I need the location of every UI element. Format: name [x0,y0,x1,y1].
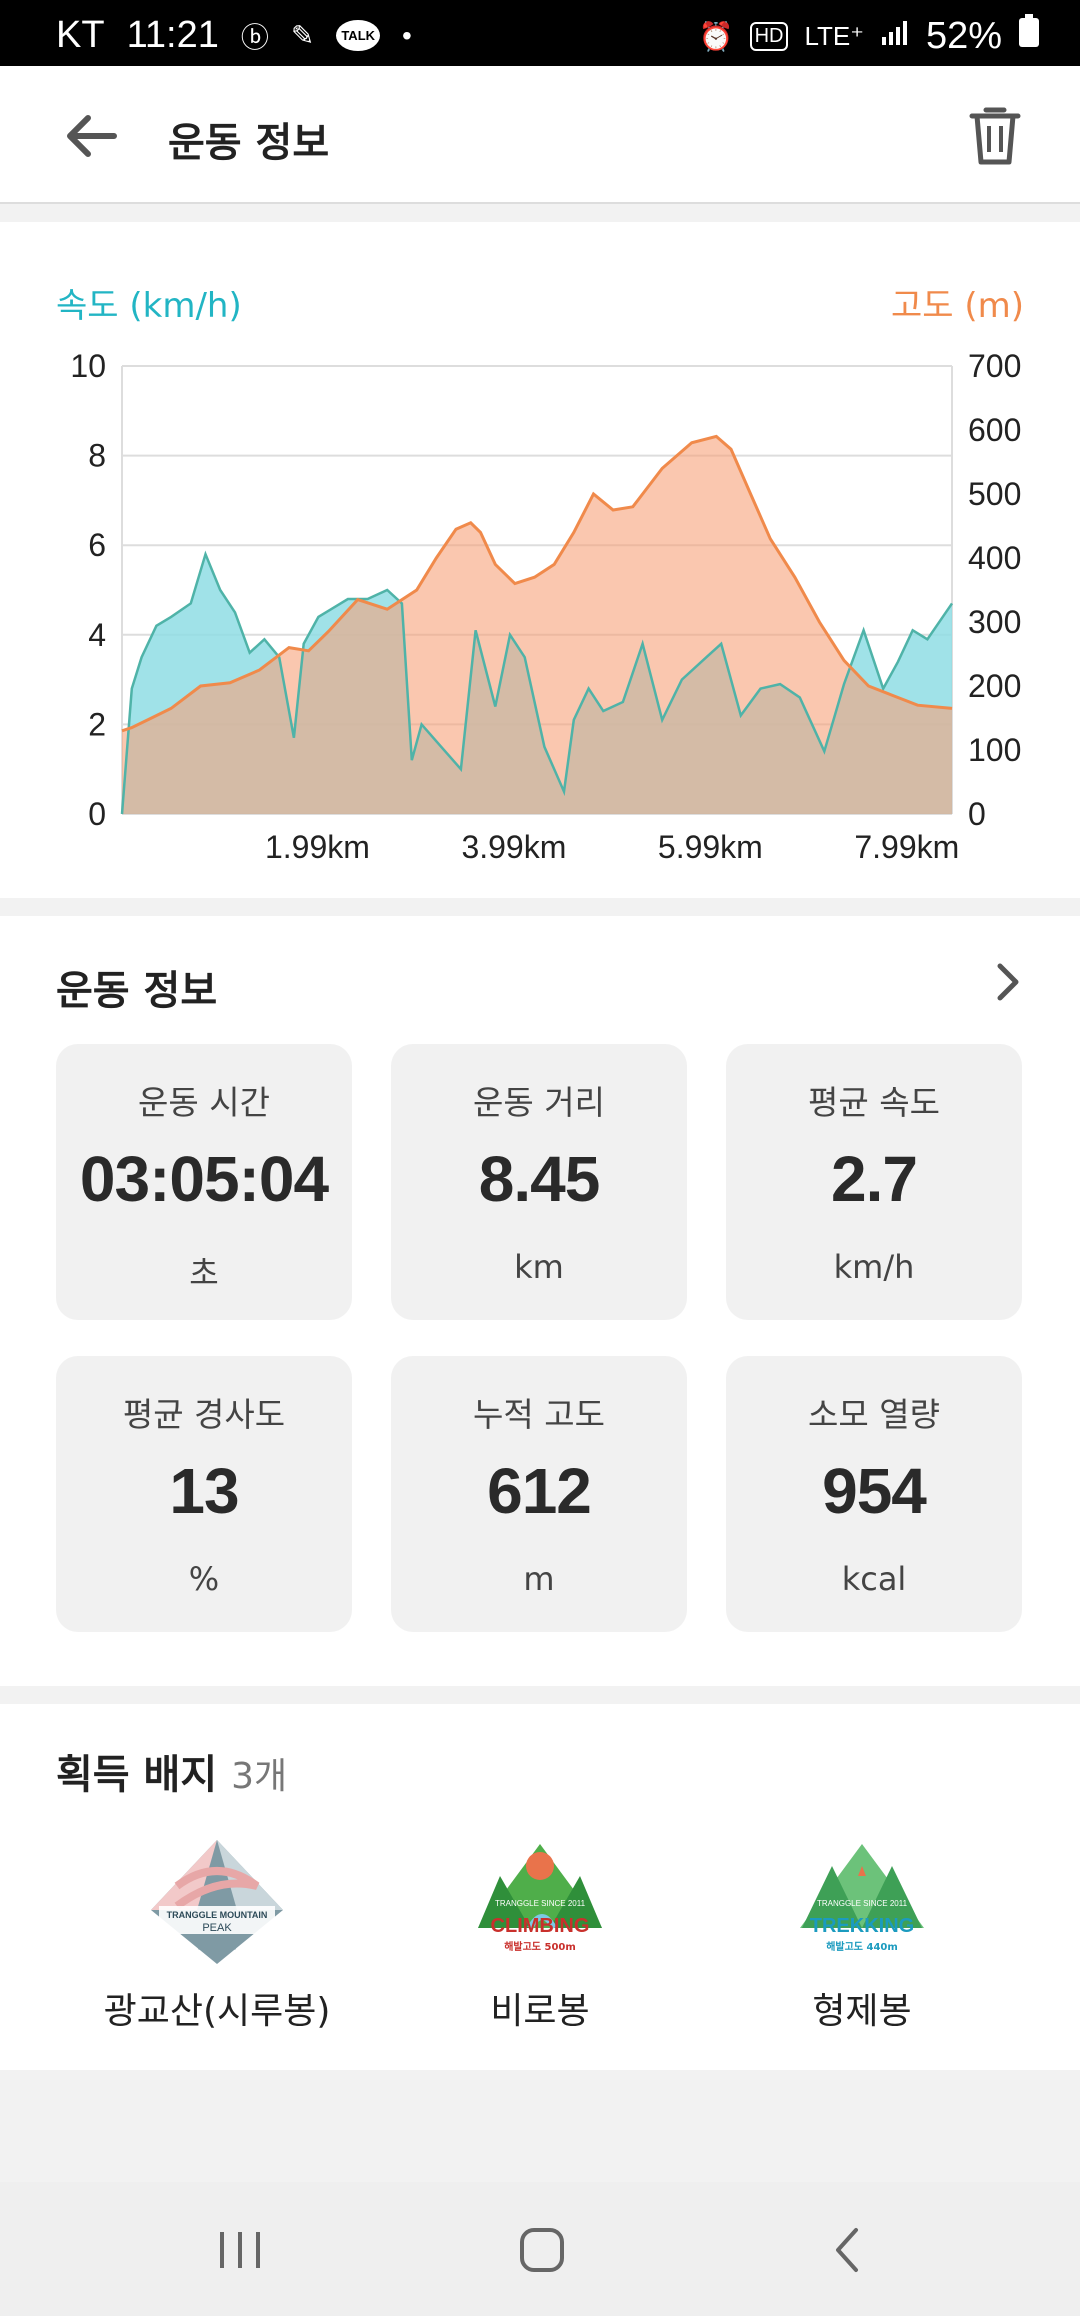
network-type: LTE⁺ [804,20,864,51]
stat-label: 누적 고도 [473,1395,605,1434]
trekking-badge-icon: TRANGGLE SINCE 2011 TREKKING 해발고도 440m [800,1844,924,1953]
stat-tile: 평균 속도 2.7 km/h [726,1044,1022,1320]
exercise-section-title: 운동 정보 [56,968,218,1014]
stat-label: 운동 시간 [138,1083,270,1122]
stat-unit: km [514,1248,564,1286]
chevron-right-icon [997,963,1019,1001]
x-tick-label: 7.99km [854,829,959,865]
badge-count: 3개 [231,1756,288,1797]
svg-text:CLIMBING: CLIMBING [491,1915,590,1937]
page-title: 운동 정보 [168,120,330,166]
stat-tile: 소모 열량 954 kcal [726,1356,1022,1632]
stat-value: 8.45 [478,1143,601,1215]
badge-item[interactable]: TRANGGLE MOUNTAIN PEAK 광교산(시루봉) [67,1836,367,2034]
stat-value: 2.7 [831,1143,918,1215]
x-tick-label: 1.99km [265,829,370,865]
home-button[interactable] [512,2220,572,2280]
recent-apps-icon [220,2232,260,2268]
climbing-badge-icon: TRANGGLE SINCE 2011 CLIMBING 해발고도 500m [478,1844,602,1953]
band-app-icon: ⓑ [240,21,269,53]
status-bar: KT 11:21 ⓑ ✎ TALK • ⏰ HD LTE⁺ 52% [0,0,1080,66]
stat-label: 평균 속도 [808,1083,940,1122]
speed-tick-label: 10 [70,348,106,384]
carrier: KT [56,14,105,56]
stat-label: 운동 거리 [473,1083,605,1122]
x-tick-label: 5.99km [658,829,763,865]
altitude-tick-label: 700 [968,348,1021,384]
altitude-tick-label: 500 [968,476,1021,512]
svg-text:TRANGGLE MOUNTAIN: TRANGGLE MOUNTAIN [167,1910,268,1920]
home-icon [520,2228,564,2272]
delete-button[interactable] [968,104,1022,168]
altitude-tick-label: 0 [968,796,986,832]
badge-name: 비로봉 [490,1991,590,2032]
speed-tick-label: 0 [88,796,106,832]
back-nav-button[interactable] [818,2220,878,2280]
stat-tile: 평균 경사도 13 % [56,1356,352,1632]
altitude-tick-label: 400 [968,540,1021,576]
x-tick-label: 3.99km [461,829,566,865]
stat-unit: kcal [841,1560,907,1598]
system-nav-bar [0,2182,1080,2316]
badges-section-title: 획득 배지 3개 [56,1742,287,1800]
speed-tick-label: 2 [88,706,106,742]
altitude-tick-label: 200 [968,668,1021,704]
back-nav-icon [836,2228,858,2272]
stat-value: 13 [169,1455,239,1527]
alarm-icon: ⏰ [698,20,734,52]
stat-value: 954 [822,1455,927,1527]
clock: 11:21 [126,14,219,56]
exercise-info-card: 운동 정보 운동 시간 03:05:04 초 운동 거리 8.45 km 평균 … [0,916,1080,1686]
svg-text:PEAK: PEAK [202,1922,232,1934]
badge-name: 광교산(시루봉) [103,1991,331,2032]
stat-value: 612 [487,1455,592,1527]
speed-tick-label: 8 [88,438,106,474]
exercise-detail-button[interactable] [992,960,1022,1004]
svg-text:TREKKING: TREKKING [810,1915,914,1937]
svg-text:TRANGGLE SINCE 2011: TRANGGLE SINCE 2011 [817,1899,908,1908]
stat-label: 평균 경사도 [122,1395,286,1434]
altitude-tick-label: 300 [968,604,1021,640]
svg-text:TRANGGLE SINCE 2011: TRANGGLE SINCE 2011 [495,1899,586,1908]
battery-icon [1018,14,1040,58]
hd-icon: HD [749,21,789,51]
stat-tile: 운동 시간 03:05:04 초 [56,1044,352,1320]
speed-altitude-chart: 024681001002003004005006007001.99km 3.99k… [70,348,1021,865]
badge-name: 형제봉 [812,1991,912,2032]
stat-unit: m [523,1560,555,1598]
kakaotalk-icon: TALK [336,20,381,51]
arrow-left-icon [67,115,117,157]
altitude-area [122,436,952,814]
back-button[interactable] [60,106,132,166]
app-bar: 운동 정보 [0,66,1080,204]
stat-unit: % [188,1560,220,1598]
stat-tile: 누적 고도 612 m [391,1356,687,1632]
stat-value: 03:05:04 [79,1143,329,1215]
mountain-peak-badge-icon: TRANGGLE MOUNTAIN PEAK [151,1840,283,1964]
battery-percent: 52% [925,14,1002,57]
recent-apps-button[interactable] [210,2220,270,2280]
speed-tick-label: 6 [88,527,106,563]
svg-text:해발고도 500m: 해발고도 500m [504,1940,576,1953]
chart-card: 속도 (km/h) 고도 (m) 0 2 4 6 8 10 0 100 200 300 400 500… [0,222,1080,898]
stat-tile: 운동 거리 8.45 km [391,1044,687,1320]
stat-unit: km/h [833,1248,915,1286]
svg-text:해발고도 440m: 해발고도 440m [826,1940,898,1953]
badges-title: 획득 배지 [56,1752,218,1798]
badge-item[interactable]: TRANGGLE SINCE 2011 TREKKING 해발고도 440m 형… [712,1836,1012,2034]
altitude-tick-label: 600 [968,412,1021,448]
altitude-tick-label: 100 [968,732,1021,768]
trash-icon [969,107,1021,165]
stat-label: 소모 열량 [808,1395,940,1434]
signal-icon [880,19,910,54]
badges-card: 획득 배지 3개 TRANGGLE MOUNTAIN PEAK 광교산(시루봉) … [0,1704,1080,2070]
stat-unit: 초 [189,1254,219,1292]
notification-dot-icon: • [402,19,412,51]
speed-tick-label: 4 [88,617,106,653]
badge-item[interactable]: TRANGGLE SINCE 2011 CLIMBING 해발고도 500m 비… [390,1836,690,2034]
feather-icon: ✎ [290,20,315,51]
